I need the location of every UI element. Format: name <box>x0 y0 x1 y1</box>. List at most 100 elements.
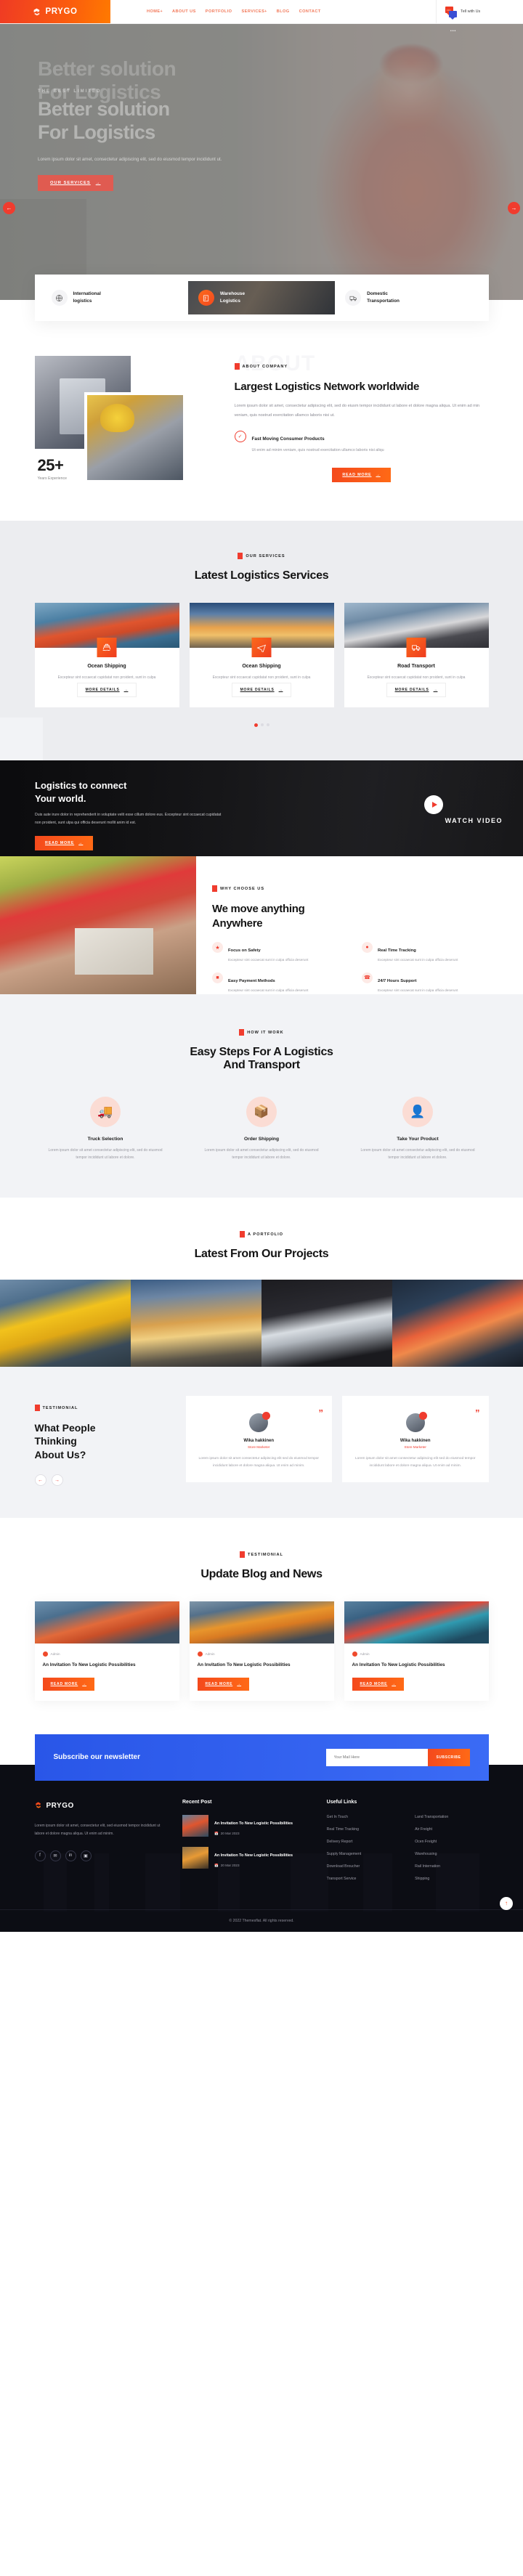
footer-post[interactable]: An Invitation To New Logistic Possibilit… <box>182 1814 312 1837</box>
twitter-icon[interactable]: ✉ <box>49 1850 61 1861</box>
footer-link[interactable]: Rail Internation <box>415 1864 488 1869</box>
blog-card[interactable]: Admin An Invitation To New Logistic Poss… <box>344 1601 489 1701</box>
testimonial-next-button[interactable]: → <box>51 1474 63 1487</box>
portfolio-item[interactable] <box>131 1280 262 1367</box>
portfolio-item[interactable] <box>0 1280 131 1367</box>
service-card[interactable]: Road Transport Excepteur sint occaecat c… <box>344 603 489 707</box>
logo[interactable]: PRYGO <box>0 0 110 23</box>
blog-read-more-button[interactable]: READ MORE → <box>42 1677 95 1691</box>
service-more-button[interactable]: MORE DETAILS → <box>76 683 137 697</box>
service-card[interactable]: Ocean Shipping Excepteur sint occaecat c… <box>34 603 179 707</box>
services-pagination[interactable] <box>35 723 489 727</box>
nav-item-about[interactable]: ABOUT US <box>172 9 196 14</box>
footer-link[interactable]: Real Time Tracking <box>327 1827 400 1832</box>
service-more-button[interactable]: MORE DETAILS → <box>386 683 447 697</box>
services-title: Latest Logistics Services <box>194 569 329 582</box>
about-images: 25+ Years Experience <box>34 349 220 483</box>
footer-copyright: © 2022 Themesflat. All rights reserved. <box>0 1909 523 1932</box>
video-read-more-button[interactable]: READ MORE → <box>35 835 94 850</box>
footer-link[interactable]: Download Broucher <box>327 1864 400 1869</box>
tab-warehouse-logistics[interactable]: Warehouse Logistics <box>187 281 336 314</box>
kicker-square-icon <box>239 1029 245 1036</box>
pagination-dot[interactable] <box>260 723 264 726</box>
choose-image <box>0 856 196 994</box>
experience-label: Years Experience <box>37 476 67 481</box>
portfolio-gallery <box>0 1280 523 1367</box>
why-choose-section: WHY CHOOSE US We move anything Anywhere ★… <box>0 856 523 994</box>
footer-post[interactable]: An Invitation To New Logistic Possibilit… <box>182 1846 312 1869</box>
service-title: Ocean Shipping <box>242 664 281 669</box>
header-chat[interactable]: ••• ••• Tell with Us <box>436 0 523 33</box>
footer-link[interactable]: Air Freight <box>415 1827 488 1832</box>
kicker-square-icon <box>34 1405 40 1411</box>
footer-logo[interactable]: PRYGO <box>35 1800 169 1813</box>
back-to-top-button[interactable]: ↑ <box>500 1896 513 1910</box>
footer-link[interactable]: Shipping <box>415 1877 488 1881</box>
service-title: Road Transport <box>397 664 435 669</box>
blog-meta: Admin <box>352 1651 481 1657</box>
footer-link[interactable]: Ocen Freight <box>415 1840 488 1844</box>
footer-link[interactable]: Transport Service <box>327 1877 400 1881</box>
nav-item-home[interactable]: HOME+ <box>147 9 163 14</box>
hero-prev-button[interactable]: ← <box>3 202 15 214</box>
service-text: Excepteur sint occaecat cupidatat non pr… <box>57 675 156 680</box>
pagination-dot[interactable] <box>266 723 269 726</box>
play-button[interactable] <box>424 795 443 814</box>
nav-item-contact[interactable]: CONTACT <box>299 9 321 14</box>
testimonial-prev-button[interactable]: ← <box>34 1474 46 1487</box>
shield-icon: ★ <box>212 942 223 953</box>
about-section: 25+ Years Experience ABOUT ABOUT COMPANY… <box>0 321 523 521</box>
service-more-button[interactable]: MORE DETAILS → <box>231 683 292 697</box>
steps-items: 🚚 Truck Selection Lorem ipsum dolor sit … <box>35 1097 489 1161</box>
service-card[interactable]: Ocean Shipping Excepteur sint occaecat c… <box>189 603 334 707</box>
blog-meta: Admin <box>42 1651 171 1657</box>
footer-link[interactable]: Supply Management <box>327 1852 400 1856</box>
footer-link[interactable]: Land Transportation <box>415 1815 488 1819</box>
linkedin-icon[interactable]: in <box>65 1850 76 1861</box>
hero-content: THE BEST LIMITED Better solution For Logi… <box>38 89 343 191</box>
footer-socials: f ✉ in ▣ <box>34 1850 169 1861</box>
footer-link[interactable]: Delivery Report <box>327 1840 400 1844</box>
footer-link[interactable]: Get In Touch <box>327 1815 400 1819</box>
kicker-square-icon <box>239 1231 245 1238</box>
instagram-icon[interactable]: ▣ <box>80 1850 92 1861</box>
portfolio-item[interactable] <box>392 1280 523 1367</box>
tab-domestic-transportation[interactable]: Domestic Transportation <box>335 281 482 314</box>
nav-item-portfolio[interactable]: PORTFOLIO <box>206 9 232 14</box>
newsletter-email-input[interactable] <box>325 1748 428 1766</box>
blog-read-more-button[interactable]: READ MORE → <box>352 1677 405 1691</box>
about-read-more-button[interactable]: READ MORE → <box>332 467 391 482</box>
step-item: 📦 Order Shipping Lorem ipsum dolor sit a… <box>191 1097 333 1161</box>
newsletter-title: Subscribe our newsletter <box>53 1753 140 1762</box>
services-section: OUR SERVICES Latest Logistics Services O… <box>0 521 523 760</box>
testimonial-cards: ” Wika hakkinen Store Marketer Lorem ips… <box>185 1396 489 1483</box>
blog-read-more-button[interactable]: READ MORE → <box>197 1677 250 1691</box>
about-kicker: ABOUT COMPANY <box>234 363 288 370</box>
service-image <box>344 603 489 657</box>
about-image-worker <box>84 392 186 483</box>
site-footer: PRYGO Lorem ipsum dolor sit amet, consec… <box>0 1764 523 1932</box>
footer-link[interactable]: Warehousing <box>415 1852 488 1856</box>
truck-icon <box>345 290 362 306</box>
experience-badge: 25+ Years Experience <box>38 456 67 481</box>
blog-card[interactable]: Admin An Invitation To New Logistic Poss… <box>34 1601 179 1701</box>
order-icon: 📦 <box>246 1097 277 1127</box>
blog-kicker: TESTIMONIAL <box>240 1551 283 1559</box>
facebook-icon[interactable]: f <box>34 1850 46 1861</box>
portfolio-item[interactable] <box>262 1280 392 1367</box>
nav-item-blog[interactable]: BLOG <box>277 9 290 14</box>
about-title: Largest Logistics Network worldwide <box>234 381 420 393</box>
tab-label: International logistics <box>73 290 101 304</box>
hero-next-button[interactable]: → <box>508 202 520 214</box>
service-tabs: International logistics Warehouse Logistic… <box>34 275 489 321</box>
logo-text: PRYGO <box>45 7 78 16</box>
newsletter-subscribe-button[interactable]: SUBSCRIBE <box>427 1748 470 1766</box>
tab-international-logistics[interactable]: International logistics <box>41 281 188 314</box>
blog-card[interactable]: Admin An Invitation To New Logistic Poss… <box>189 1601 334 1701</box>
hero-cta-button[interactable]: OUR SERVICES → <box>38 174 113 191</box>
chat-bubble-icon: ••• ••• <box>445 6 457 33</box>
pagination-dot[interactable] <box>254 723 258 727</box>
logo-icon <box>33 7 42 17</box>
nav-item-services[interactable]: SERVICES+ <box>241 9 267 14</box>
location-icon: ● <box>362 942 373 953</box>
